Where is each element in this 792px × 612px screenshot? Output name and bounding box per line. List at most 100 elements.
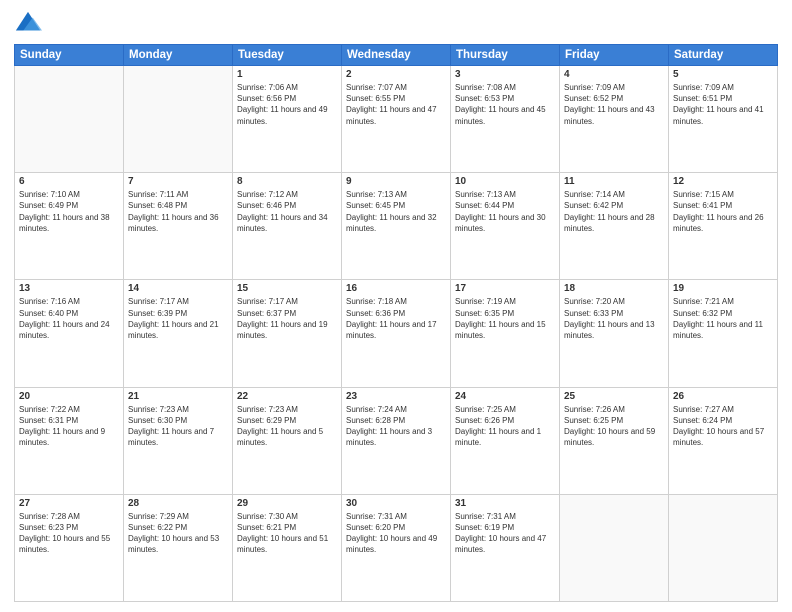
page: SundayMondayTuesdayWednesdayThursdayFrid… — [0, 0, 792, 612]
calendar-cell — [560, 494, 669, 601]
calendar-cell: 31 Sunrise: 7:31 AM Sunset: 6:19 PM Dayli… — [451, 494, 560, 601]
day-number: 19 — [673, 283, 773, 294]
calendar-cell: 10 Sunrise: 7:13 AM Sunset: 6:44 PM Dayli… — [451, 173, 560, 280]
calendar-cell: 21 Sunrise: 7:23 AM Sunset: 6:30 PM Dayli… — [124, 387, 233, 494]
cell-text: Sunrise: 7:23 AM Sunset: 6:30 PM Dayligh… — [128, 404, 228, 449]
cell-text: Sunrise: 7:08 AM Sunset: 6:53 PM Dayligh… — [455, 82, 555, 127]
logo — [14, 10, 46, 38]
header-day-monday: Monday — [124, 45, 233, 66]
calendar-cell: 7Sunrise: 7:11 AM Sunset: 6:48 PM Daylig… — [124, 173, 233, 280]
calendar-cell: 25Sunrise: 7:26 AM Sunset: 6:25 PM Dayli… — [560, 387, 669, 494]
week-row-4: 20 Sunrise: 7:22 AM Sunset: 6:31 PM Dayli… — [15, 387, 778, 494]
calendar-cell: 27Sunrise: 7:28 AM Sunset: 6:23 PM Dayli… — [15, 494, 124, 601]
day-number: 28 — [128, 498, 228, 509]
calendar-cell: 18Sunrise: 7:20 AM Sunset: 6:33 PM Dayli… — [560, 280, 669, 387]
week-row-2: 6 Sunrise: 7:10 AM Sunset: 6:49 PM Daylig… — [15, 173, 778, 280]
header-row: SundayMondayTuesdayWednesdayThursdayFrid… — [15, 45, 778, 66]
day-number: 30 — [346, 498, 446, 509]
calendar-cell — [669, 494, 778, 601]
day-number: 8 — [237, 176, 337, 187]
day-number: 6 — [19, 176, 119, 187]
cell-text: Sunrise: 7:21 AM Sunset: 6:32 PM Dayligh… — [673, 296, 773, 341]
calendar-cell: 23 Sunrise: 7:24 AM Sunset: 6:28 PM Dayli… — [342, 387, 451, 494]
calendar-cell: 28 Sunrise: 7:29 AM Sunset: 6:22 PM Dayli… — [124, 494, 233, 601]
calendar-cell: 3 Sunrise: 7:08 AM Sunset: 6:53 PM Daylig… — [451, 66, 560, 173]
day-number: 17 — [455, 283, 555, 294]
calendar-cell: 24 Sunrise: 7:25 AM Sunset: 6:26 PM Dayli… — [451, 387, 560, 494]
calendar-cell: 30Sunrise: 7:31 AM Sunset: 6:20 PM Dayli… — [342, 494, 451, 601]
calendar-cell: 2 Sunrise: 7:07 AM Sunset: 6:55 PM Daylig… — [342, 66, 451, 173]
cell-text: Sunrise: 7:22 AM Sunset: 6:31 PM Dayligh… — [19, 404, 119, 449]
day-number: 23 — [346, 391, 446, 402]
day-number: 22 — [237, 391, 337, 402]
header-day-saturday: Saturday — [669, 45, 778, 66]
day-number: 29 — [237, 498, 337, 509]
calendar-cell: 8 Sunrise: 7:12 AM Sunset: 6:46 PM Daylig… — [233, 173, 342, 280]
day-number: 20 — [19, 391, 119, 402]
day-number: 31 — [455, 498, 555, 509]
cell-text: Sunrise: 7:17 AM Sunset: 6:39 PM Dayligh… — [128, 296, 228, 341]
cell-text: Sunrise: 7:10 AM Sunset: 6:49 PM Dayligh… — [19, 189, 119, 234]
calendar-cell: 12Sunrise: 7:15 AM Sunset: 6:41 PM Dayli… — [669, 173, 778, 280]
week-row-3: 13Sunrise: 7:16 AM Sunset: 6:40 PM Dayli… — [15, 280, 778, 387]
day-number: 15 — [237, 283, 337, 294]
cell-text: Sunrise: 7:19 AM Sunset: 6:35 PM Dayligh… — [455, 296, 555, 341]
calendar-cell: 26 Sunrise: 7:27 AM Sunset: 6:24 PM Dayli… — [669, 387, 778, 494]
calendar-cell: 13Sunrise: 7:16 AM Sunset: 6:40 PM Dayli… — [15, 280, 124, 387]
day-number: 10 — [455, 176, 555, 187]
cell-text: Sunrise: 7:13 AM Sunset: 6:44 PM Dayligh… — [455, 189, 555, 234]
day-number: 14 — [128, 283, 228, 294]
calendar-cell: 6 Sunrise: 7:10 AM Sunset: 6:49 PM Daylig… — [15, 173, 124, 280]
cell-text: Sunrise: 7:12 AM Sunset: 6:46 PM Dayligh… — [237, 189, 337, 234]
calendar-cell: 11 Sunrise: 7:14 AM Sunset: 6:42 PM Dayli… — [560, 173, 669, 280]
cell-text: Sunrise: 7:31 AM Sunset: 6:19 PM Dayligh… — [455, 511, 555, 556]
cell-text: Sunrise: 7:09 AM Sunset: 6:51 PM Dayligh… — [673, 82, 773, 127]
header-day-tuesday: Tuesday — [233, 45, 342, 66]
calendar-cell: 15Sunrise: 7:17 AM Sunset: 6:37 PM Dayli… — [233, 280, 342, 387]
day-number: 9 — [346, 176, 446, 187]
cell-text: Sunrise: 7:24 AM Sunset: 6:28 PM Dayligh… — [346, 404, 446, 449]
day-number: 3 — [455, 69, 555, 80]
cell-text: Sunrise: 7:27 AM Sunset: 6:24 PM Dayligh… — [673, 404, 773, 449]
cell-text: Sunrise: 7:06 AM Sunset: 6:56 PM Dayligh… — [237, 82, 337, 127]
calendar-cell: 29 Sunrise: 7:30 AM Sunset: 6:21 PM Dayli… — [233, 494, 342, 601]
calendar-cell — [124, 66, 233, 173]
cell-text: Sunrise: 7:25 AM Sunset: 6:26 PM Dayligh… — [455, 404, 555, 449]
logo-icon — [14, 10, 42, 38]
cell-text: Sunrise: 7:15 AM Sunset: 6:41 PM Dayligh… — [673, 189, 773, 234]
calendar-cell: 20 Sunrise: 7:22 AM Sunset: 6:31 PM Dayli… — [15, 387, 124, 494]
header-day-friday: Friday — [560, 45, 669, 66]
calendar-cell: 19 Sunrise: 7:21 AM Sunset: 6:32 PM Dayli… — [669, 280, 778, 387]
calendar-cell: 22 Sunrise: 7:23 AM Sunset: 6:29 PM Dayli… — [233, 387, 342, 494]
day-number: 2 — [346, 69, 446, 80]
day-number: 27 — [19, 498, 119, 509]
cell-text: Sunrise: 7:29 AM Sunset: 6:22 PM Dayligh… — [128, 511, 228, 556]
calendar-cell: 16 Sunrise: 7:18 AM Sunset: 6:36 PM Dayli… — [342, 280, 451, 387]
cell-text: Sunrise: 7:07 AM Sunset: 6:55 PM Dayligh… — [346, 82, 446, 127]
cell-text: Sunrise: 7:20 AM Sunset: 6:33 PM Dayligh… — [564, 296, 664, 341]
cell-text: Sunrise: 7:18 AM Sunset: 6:36 PM Dayligh… — [346, 296, 446, 341]
day-number: 24 — [455, 391, 555, 402]
calendar-cell: 4Sunrise: 7:09 AM Sunset: 6:52 PM Daylig… — [560, 66, 669, 173]
week-row-5: 27Sunrise: 7:28 AM Sunset: 6:23 PM Dayli… — [15, 494, 778, 601]
day-number: 16 — [346, 283, 446, 294]
calendar-cell: 5Sunrise: 7:09 AM Sunset: 6:51 PM Daylig… — [669, 66, 778, 173]
day-number: 7 — [128, 176, 228, 187]
day-number: 25 — [564, 391, 664, 402]
week-row-1: 1Sunrise: 7:06 AM Sunset: 6:56 PM Daylig… — [15, 66, 778, 173]
calendar-cell: 1Sunrise: 7:06 AM Sunset: 6:56 PM Daylig… — [233, 66, 342, 173]
calendar-cell — [15, 66, 124, 173]
day-number: 11 — [564, 176, 664, 187]
header-day-thursday: Thursday — [451, 45, 560, 66]
calendar-body: 1Sunrise: 7:06 AM Sunset: 6:56 PM Daylig… — [15, 66, 778, 602]
cell-text: Sunrise: 7:14 AM Sunset: 6:42 PM Dayligh… — [564, 189, 664, 234]
day-number: 26 — [673, 391, 773, 402]
header-day-wednesday: Wednesday — [342, 45, 451, 66]
day-number: 21 — [128, 391, 228, 402]
day-number: 4 — [564, 69, 664, 80]
calendar-cell: 9Sunrise: 7:13 AM Sunset: 6:45 PM Daylig… — [342, 173, 451, 280]
calendar-cell: 17 Sunrise: 7:19 AM Sunset: 6:35 PM Dayli… — [451, 280, 560, 387]
calendar-table: SundayMondayTuesdayWednesdayThursdayFrid… — [14, 44, 778, 602]
cell-text: Sunrise: 7:30 AM Sunset: 6:21 PM Dayligh… — [237, 511, 337, 556]
cell-text: Sunrise: 7:23 AM Sunset: 6:29 PM Dayligh… — [237, 404, 337, 449]
